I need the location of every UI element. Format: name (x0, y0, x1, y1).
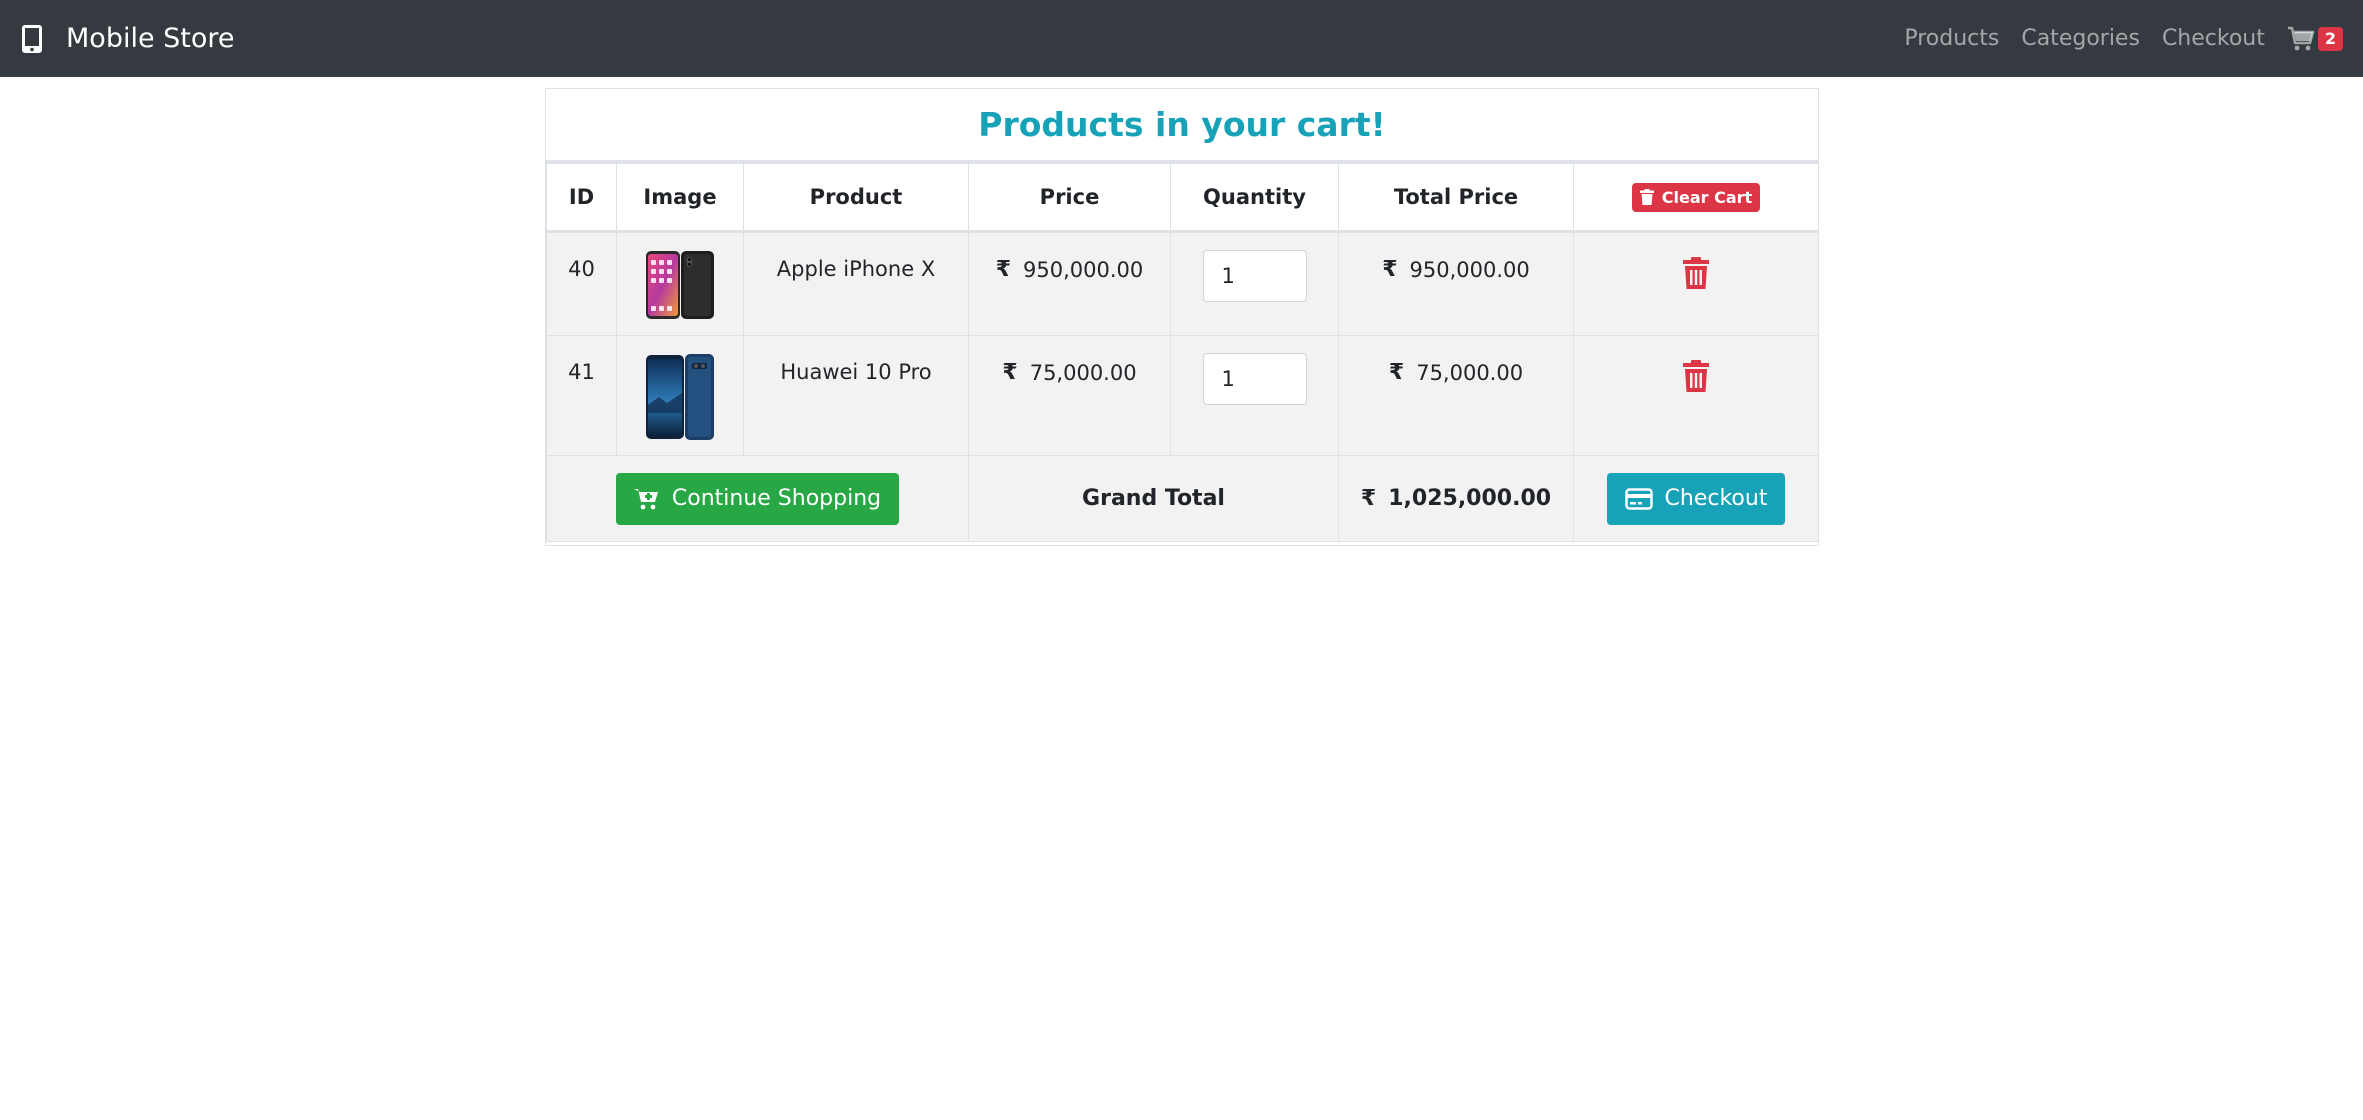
rupee-icon: ₹ (1360, 486, 1377, 511)
iphone-x-image (645, 250, 715, 325)
nav-cart-link[interactable]: 2 (2287, 26, 2343, 52)
total-price-value: 75,000.00 (1416, 360, 1524, 385)
unit-price-value: 75,000.00 (1029, 360, 1137, 385)
cart-table: ID Image Product Price Quantity Total Pr… (546, 163, 1819, 542)
row-id: 41 (568, 360, 595, 384)
brand[interactable]: Mobile Store (20, 0, 235, 77)
continue-shopping-button[interactable]: Continue Shopping (615, 472, 900, 525)
cart-title: Products in your cart! (546, 89, 1818, 163)
row-id: 40 (568, 257, 595, 281)
trash-icon (1683, 360, 1709, 392)
table-row: 41 Huawei 10 Pro ₹ 75,000.00 1 ₹ 75,000.… (546, 335, 1819, 456)
nav-links: Products Categories Checkout 2 (1882, 0, 2343, 77)
cart-card: Products in your cart! ID Image Product … (545, 88, 1819, 546)
rupee-icon: ₹ (1388, 360, 1405, 385)
header-image: Image (616, 163, 744, 233)
unit-price-value: 950,000.00 (1023, 257, 1144, 282)
cart-plus-icon (633, 488, 658, 509)
nav-link-categories[interactable]: Categories (2021, 26, 2140, 51)
clear-cart-label: Clear Cart (1661, 187, 1753, 207)
mobile-phone-icon (22, 24, 42, 53)
remove-item-button[interactable] (1683, 360, 1709, 397)
grand-total: ₹ 1,025,000.00 (1361, 486, 1551, 511)
cart-footer-row: Continue Shopping Grand Total ₹ 1,025,00… (546, 455, 1819, 542)
table-row: 40 Apple iPhone X ₹ 950,000.00 1 ₹ 950,0… (546, 231, 1819, 336)
total-price-value: 950,000.00 (1409, 257, 1530, 282)
checkout-label: Checkout (1664, 486, 1768, 511)
header-actions: Clear Cart (1573, 163, 1819, 233)
rupee-icon: ₹ (1002, 360, 1018, 385)
huawei-10-pro-image (645, 353, 715, 446)
header-quantity: Quantity (1170, 163, 1339, 233)
continue-shopping-label: Continue Shopping (671, 486, 882, 511)
remove-item-button[interactable] (1683, 257, 1709, 294)
table-header-row: ID Image Product Price Quantity Total Pr… (546, 163, 1819, 233)
header-product: Product (743, 163, 969, 233)
unit-price: ₹ 950,000.00 (996, 233, 1144, 282)
rupee-icon: ₹ (995, 257, 1012, 282)
product-name: Huawei 10 Pro (780, 360, 932, 384)
total-price: ₹ 75,000.00 (1389, 336, 1523, 385)
trash-icon (1639, 189, 1654, 205)
header-id: ID (546, 163, 617, 233)
grand-total-value: 1,025,000.00 (1388, 486, 1552, 511)
brand-name: Mobile Store (66, 23, 235, 54)
checkout-button[interactable]: Checkout (1606, 472, 1786, 525)
quantity-input[interactable] (1202, 250, 1307, 302)
total-price: ₹ 950,000.00 (1382, 233, 1530, 282)
nav-link-products[interactable]: Products (1904, 26, 1999, 51)
shopping-cart-icon (2287, 26, 2315, 50)
nav-link-checkout[interactable]: Checkout (2162, 26, 2265, 51)
header-total-price: Total Price (1338, 163, 1574, 233)
credit-card-icon (1624, 487, 1653, 510)
product-name: Apple iPhone X (776, 257, 936, 281)
quantity-input[interactable] (1202, 353, 1307, 405)
clear-cart-button[interactable]: Clear Cart (1631, 182, 1761, 212)
trash-icon (1683, 257, 1709, 289)
grand-total-label: Grand Total (1082, 486, 1225, 511)
navbar: Mobile Store Products Categories Checkou… (0, 0, 2363, 77)
unit-price: ₹ 75,000.00 (1002, 336, 1136, 385)
rupee-icon: ₹ (1382, 257, 1398, 282)
cart-count-badge: 2 (2317, 26, 2343, 51)
header-price: Price (968, 163, 1171, 233)
